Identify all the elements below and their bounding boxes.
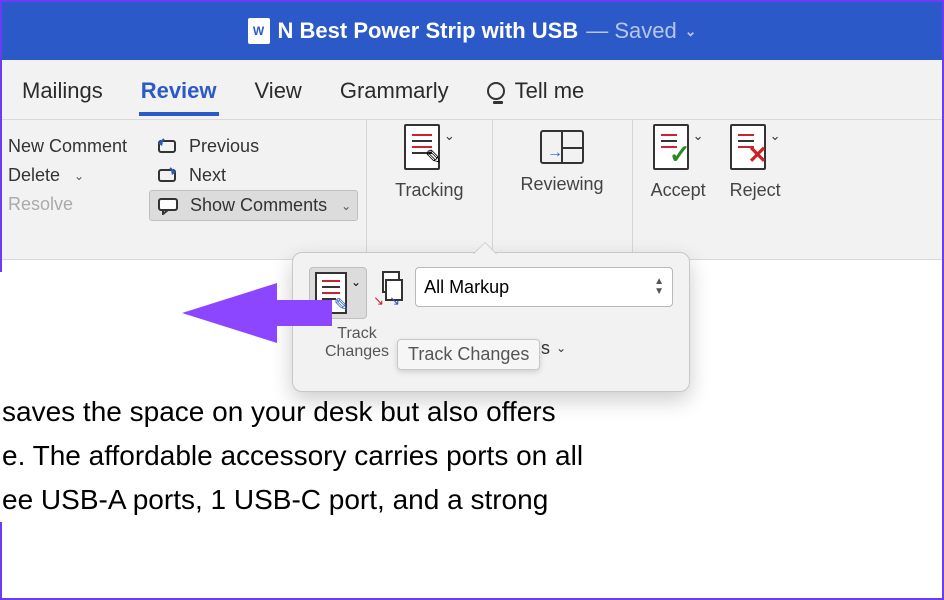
tracking-group-button[interactable]: ✎ ⌄ Tracking xyxy=(366,120,491,259)
reject-button[interactable]: ✕ ⌄ Reject xyxy=(724,120,795,259)
chevron-down-icon[interactable]: ⌄ xyxy=(351,275,361,289)
chevron-down-icon[interactable]: ⌄ xyxy=(770,128,781,144)
previous-comment-icon xyxy=(155,138,179,156)
next-label: Next xyxy=(189,165,226,186)
chevron-down-icon[interactable]: ⌄ xyxy=(444,128,455,144)
annotation-arrow-icon xyxy=(182,278,332,348)
pencil-icon: ✎ xyxy=(334,295,349,316)
reject-icon: ✕ xyxy=(730,124,766,170)
next-comment-icon xyxy=(155,167,179,185)
markup-mode-value: All Markup xyxy=(424,277,509,298)
markup-mode-select[interactable]: All Markup ▲▼ xyxy=(415,267,673,307)
tab-grammarly[interactable]: Grammarly xyxy=(338,64,451,116)
display-for-review-icon[interactable]: ↘↘ xyxy=(375,271,407,293)
title-dropdown-chevron-icon[interactable]: ⌄ xyxy=(685,23,697,40)
accept-button[interactable]: ✓ ⌄ Accept xyxy=(632,120,724,259)
tell-me-label: Tell me xyxy=(515,78,585,104)
tab-review[interactable]: Review xyxy=(139,64,219,116)
pencil-icon: ✎ xyxy=(425,145,442,170)
tracking-popover: ✎ ⌄ ↘↘ All Markup ▲▼ Track Changes Marku… xyxy=(292,252,690,392)
reviewing-pane-icon: → xyxy=(540,130,584,164)
body-text-line: e. The affordable accessory carries port… xyxy=(2,434,922,478)
chevron-down-icon: ⌄ xyxy=(556,341,566,355)
track-changes-tooltip: Track Changes xyxy=(397,339,540,370)
accept-icon: ✓ xyxy=(653,124,689,170)
new-comment-button[interactable]: New Comment xyxy=(2,132,133,161)
show-comments-label: Show Comments xyxy=(190,195,327,216)
chevron-down-icon[interactable]: ⌄ xyxy=(693,128,704,144)
reviewing-label: Reviewing xyxy=(521,174,604,195)
ribbon-tabs: Mailings Review View Grammarly Tell me xyxy=(2,60,942,120)
tell-me-search[interactable]: Tell me xyxy=(485,64,587,116)
previous-comment-button[interactable]: Previous xyxy=(149,132,358,161)
stepper-icon[interactable]: ▲▼ xyxy=(654,277,664,297)
resolve-comment-button: Resolve xyxy=(2,190,133,219)
tab-mailings[interactable]: Mailings xyxy=(20,64,105,116)
window-titlebar: W N Best Power Strip with USB — Saved ⌄ xyxy=(2,2,942,60)
resolve-label: Resolve xyxy=(8,194,73,215)
ribbon-toolbar: New Comment Delete ⌄ Resolve Previous Ne… xyxy=(2,120,942,260)
comment-icon xyxy=(156,197,180,215)
delete-label: Delete xyxy=(8,165,60,186)
save-status: — Saved xyxy=(586,18,677,44)
tab-view[interactable]: View xyxy=(253,64,304,116)
new-comment-label: New Comment xyxy=(8,136,127,157)
word-doc-icon: W xyxy=(248,18,270,44)
reject-label: Reject xyxy=(730,180,781,201)
chevron-down-icon: ⌄ xyxy=(341,199,351,213)
tracking-doc-icon: ✎ xyxy=(404,124,440,170)
delete-comment-button[interactable]: Delete ⌄ xyxy=(2,161,133,190)
chevron-down-icon: ⌄ xyxy=(74,169,84,183)
popover-caret xyxy=(473,243,497,255)
lightbulb-icon xyxy=(487,82,505,100)
accept-label: Accept xyxy=(651,180,706,201)
reviewing-pane-button[interactable]: → Reviewing xyxy=(492,120,632,259)
tracking-label: Tracking xyxy=(395,180,463,201)
show-comments-button[interactable]: Show Comments ⌄ xyxy=(149,190,358,221)
document-title: N Best Power Strip with USB xyxy=(278,18,579,44)
body-text-line: ee USB-A ports, 1 USB-C port, and a stro… xyxy=(2,478,922,522)
next-comment-button[interactable]: Next xyxy=(149,161,358,190)
body-text-line: saves the space on your desk but also of… xyxy=(2,390,922,434)
previous-label: Previous xyxy=(189,136,259,157)
